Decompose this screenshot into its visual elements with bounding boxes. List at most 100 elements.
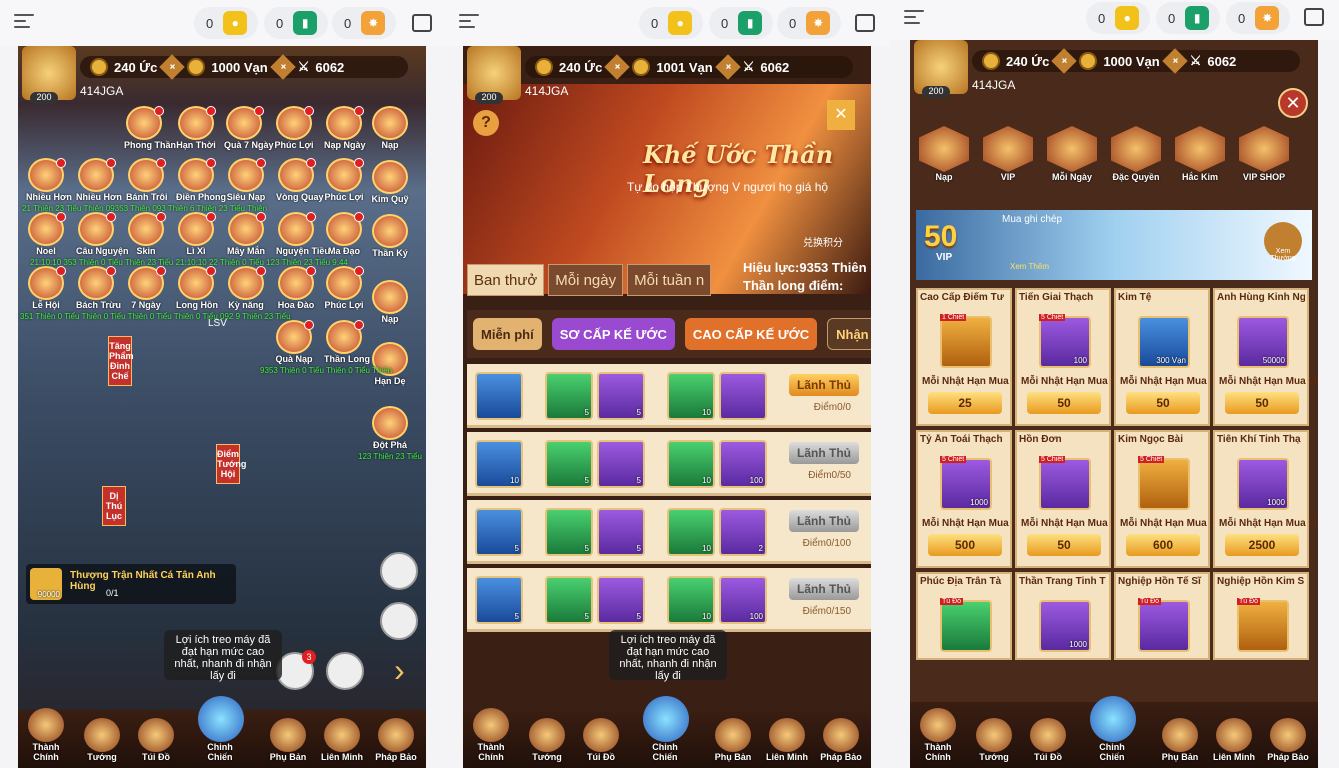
counter-pill[interactable]: 0 ✸ (777, 7, 841, 39)
reward-item[interactable]: 2 (719, 508, 767, 556)
claim-button[interactable]: Lãnh Thủ (789, 510, 859, 532)
shop-card[interactable]: Nghiệp Hồn Tế Sĩ Tủ Đồ (1114, 572, 1210, 660)
nav-phap-bao[interactable]: Pháp Bảo (819, 718, 863, 762)
nav-lien-minh[interactable]: Liên Minh (1212, 718, 1256, 762)
counter-pill[interactable]: 0 ✸ (1226, 2, 1290, 34)
view-rewards-button[interactable]: Xem Thưởng (1264, 222, 1302, 262)
event-icon[interactable]: Câu Nguyện (76, 212, 129, 256)
reward-item[interactable]: 5 (545, 440, 593, 488)
tab-daily[interactable]: Mỗi ngày (548, 264, 624, 296)
chat-icon[interactable] (1304, 8, 1324, 26)
shop-card[interactable]: Nghiệp Hồn Kim S Tủ Đồ (1213, 572, 1309, 660)
buy-button[interactable]: 25 (928, 392, 1002, 414)
event-icon[interactable]: 7 Ngày (126, 266, 166, 310)
event-icon[interactable]: Phúc Lợi (324, 158, 364, 202)
nav-thanh-chinh[interactable]: Thành Chính (469, 708, 513, 762)
reward-item[interactable]: 5 (597, 576, 645, 624)
event-icon[interactable]: Bách Trừu (76, 266, 121, 310)
event-icon[interactable]: Lì Xì (176, 212, 216, 256)
side-icon[interactable]: Hạn Dẹ (370, 342, 410, 386)
reward-item[interactable]: 5 (545, 372, 593, 420)
banner-diem-tuong[interactable]: Điểm Tướng Hội (216, 444, 246, 484)
shop-card[interactable]: Kim Ngọc Bài 5 Chiết Mỗi Nhật Hạn Mua 0/60… (1114, 430, 1218, 568)
event-icon[interactable]: Nhiều Hơn (76, 158, 122, 202)
buy-button[interactable]: 50 (1126, 392, 1200, 414)
close-lantern-icon[interactable]: ✕ (827, 100, 855, 130)
shop-tab[interactable]: Hắc Kim (1172, 126, 1228, 182)
nav-tuong[interactable]: Tướng (525, 718, 569, 762)
shop-card[interactable]: Tỷ Ấn Toái Thạch 5 Chiết 1000 Mỗi Nhật Hạn … (916, 430, 1020, 568)
counter-pill[interactable]: 0 ● (639, 7, 703, 39)
menu-icon[interactable] (14, 14, 34, 30)
nav-tuong[interactable]: Tướng (972, 718, 1016, 762)
side-icon[interactable]: Đột Phá (370, 406, 410, 450)
banner-tang-pham[interactable]: Tăng Phẩm Đỉnh Chế (108, 336, 134, 386)
claim-button[interactable]: Lãnh Thủ (789, 374, 859, 396)
event-icon[interactable]: Thần Long (324, 320, 370, 364)
side-icon[interactable]: Nạp (370, 280, 410, 324)
add-gold-icon[interactable]: + (604, 54, 631, 80)
event-icon[interactable]: Mây Mắn (226, 212, 266, 256)
reward-item[interactable]: 10 (475, 440, 523, 488)
buy-button[interactable]: 50 (1225, 392, 1299, 414)
reward-item[interactable]: 5 (597, 508, 645, 556)
nav-lien-minh[interactable]: Liên Minh (765, 718, 809, 762)
help-icon[interactable]: ? (473, 110, 499, 136)
add-ingot-icon[interactable]: + (1161, 48, 1188, 74)
menu-icon[interactable] (904, 10, 924, 26)
event-icon[interactable]: Quà Nạp (274, 320, 314, 364)
nav-chinh-chien[interactable]: Chinh Chiến (1090, 696, 1136, 762)
nav-tuong[interactable]: Tướng (80, 718, 124, 762)
counter-pill[interactable]: 0 ● (194, 7, 258, 39)
nav-phap-bao[interactable]: Pháp Bảo (374, 718, 418, 762)
see-more-link[interactable]: Xem Thêm (1010, 262, 1049, 271)
claim-button[interactable]: Lãnh Thủ (789, 442, 859, 464)
event-icon[interactable]: Phúc Lợi (324, 266, 364, 310)
event-icon[interactable]: Nguyện Tiều (276, 212, 330, 256)
tier-free[interactable]: Miễn phí (473, 318, 542, 350)
event-icon[interactable]: Skin (126, 212, 166, 256)
nav-phap-bao[interactable]: Pháp Bảo (1266, 718, 1310, 762)
shop-card[interactable]: Tiến Giai Thạch 5 Chiết 100 Mỗi Nhật Hạn Mu… (1015, 288, 1119, 426)
event-icon[interactable]: Hoa Đào (276, 266, 316, 310)
nav-chinh-chien[interactable]: Chinh Chiến (643, 696, 689, 762)
nav-tui-do[interactable]: Túi Đồ (1026, 718, 1070, 762)
event-icon[interactable]: Bánh Trôi (126, 158, 168, 202)
event-icon[interactable]: Phong Thần (124, 106, 176, 150)
event-icon[interactable]: Phúc Lợi (274, 106, 314, 150)
counter-pill[interactable]: 0 ● (1086, 2, 1150, 34)
pray-button[interactable] (380, 602, 418, 640)
reward-item[interactable]: 5 (475, 576, 523, 624)
reward-item[interactable]: 5 (597, 372, 645, 420)
exchange-points-button[interactable]: 兑换积分 (803, 234, 843, 249)
shop-card[interactable]: Tiên Khí Tinh Thạ 1000 Mỗi Nhật Hạn Mua 0/… (1213, 430, 1317, 568)
reward-item[interactable]: 10 (667, 440, 715, 488)
side-icon[interactable]: Kim Quỹ (370, 160, 410, 204)
shop-card[interactable]: Anh Hùng Kinh Ng 50000 Mỗi Nhật Hạn Mua 0/… (1213, 288, 1317, 426)
purchase-history-link[interactable]: Mua ghi chép (1002, 214, 1062, 225)
buy-button[interactable]: 50 (1027, 392, 1101, 414)
nav-thanh-chinh[interactable]: Thành Chính (24, 708, 68, 762)
event-icon[interactable]: Điền Phong (176, 158, 226, 202)
nav-phu-ban[interactable]: Phụ Bản (266, 718, 310, 762)
ranking-button[interactable] (326, 652, 364, 690)
side-icon[interactable]: Thần Ký (370, 214, 410, 258)
nav-thanh-chinh[interactable]: Thành Chính (916, 708, 960, 762)
event-icon[interactable]: Nạp Ngày (324, 106, 366, 150)
reward-item[interactable]: 5 (475, 508, 523, 556)
claim-button[interactable]: Lãnh Thủ (789, 578, 859, 600)
reward-item[interactable]: 100 (719, 440, 767, 488)
side-icon[interactable]: Nạp (370, 106, 410, 150)
nav-chinh-chien[interactable]: Chinh Chiến (198, 696, 244, 762)
shop-tab[interactable]: VIP SHOP (1236, 126, 1292, 182)
quest-tracker[interactable]: 90000 Thượng Trận Nhất Cá Tân Anh Hùng 0… (26, 564, 236, 604)
shop-tab[interactable]: Đặc Quyền (1108, 126, 1164, 182)
shop-tab[interactable]: Mỗi Ngày (1044, 126, 1100, 182)
tier-claim-all[interactable]: Nhận nhan (827, 318, 871, 350)
chat-bubble-button[interactable] (380, 552, 418, 590)
add-ingot-icon[interactable]: + (714, 54, 741, 80)
buy-button[interactable]: 600 (1126, 534, 1200, 556)
nav-phu-ban[interactable]: Phụ Bản (1158, 718, 1202, 762)
reward-item[interactable]: 5 (597, 440, 645, 488)
shop-card[interactable]: Thần Trang Tinh T 1000 (1015, 572, 1111, 660)
